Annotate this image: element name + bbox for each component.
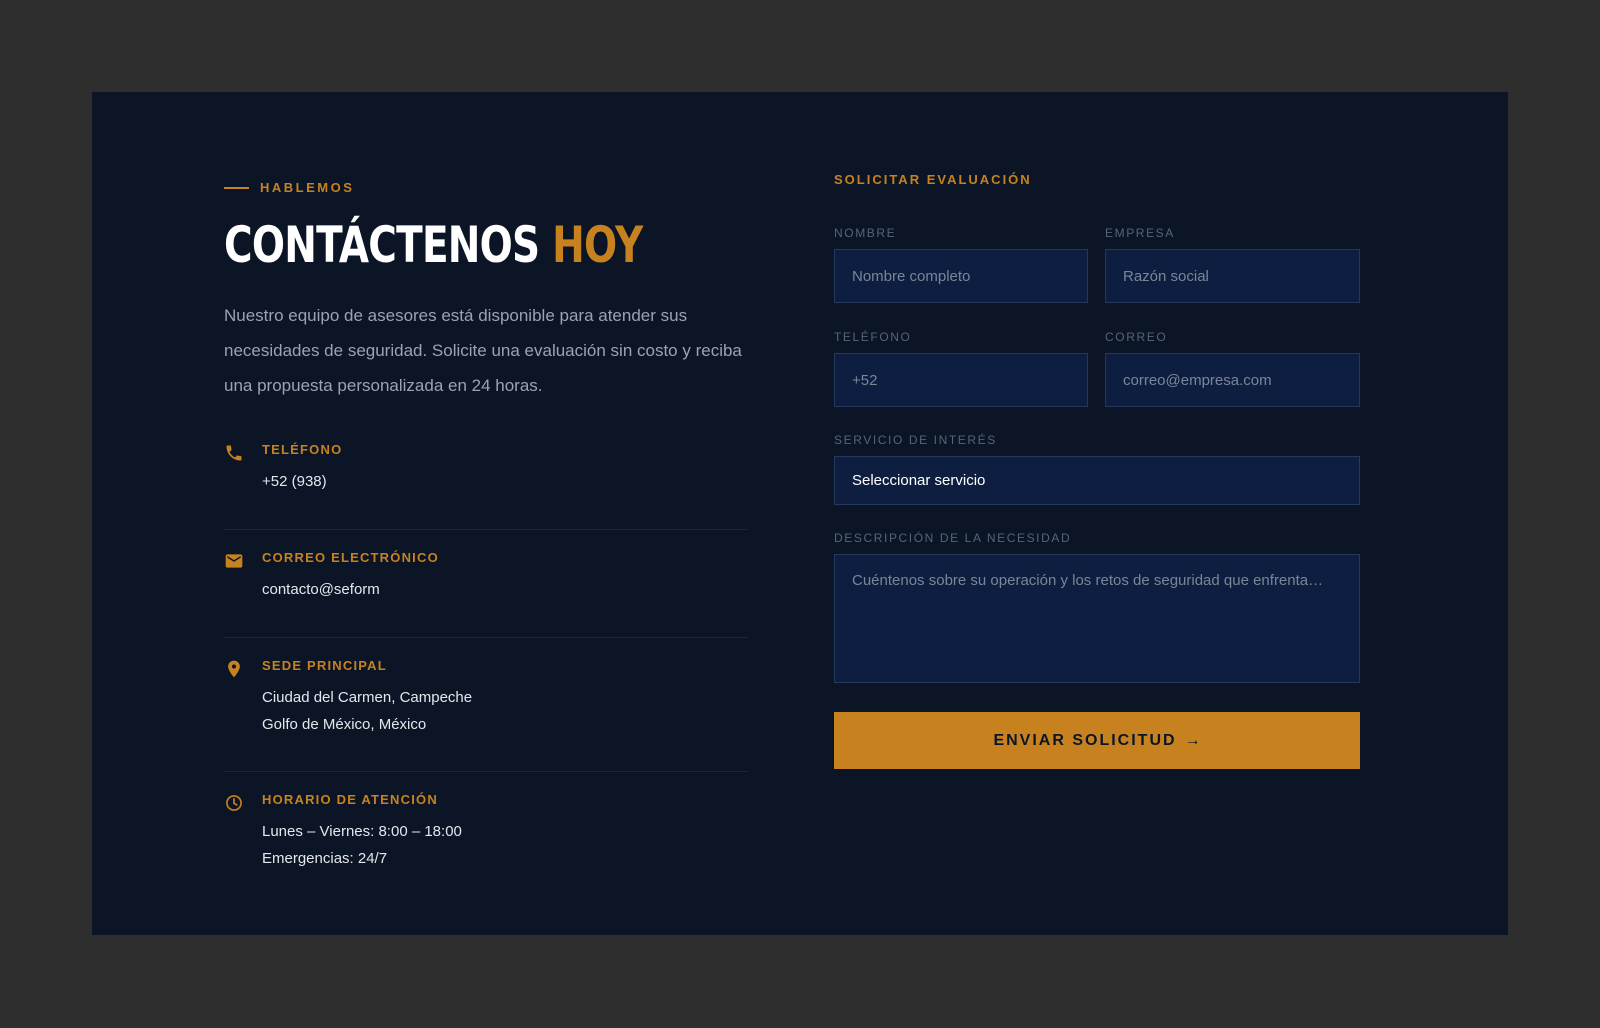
- nombre-input[interactable]: [834, 249, 1088, 303]
- contact-item-value: contacto@seform: [262, 576, 380, 603]
- correo-input[interactable]: [1105, 353, 1360, 407]
- divider: [224, 529, 748, 530]
- hours-line: Emergencias: 24/7: [262, 850, 388, 867]
- arrow-right-icon: →: [1184, 731, 1201, 749]
- address-line: Golfo de México, México: [262, 716, 427, 733]
- eyebrow-text: HABLEMOS: [260, 180, 355, 195]
- descripcion-textarea[interactable]: [834, 554, 1360, 683]
- title-accent: HOY: [552, 216, 643, 274]
- clock-icon: [226, 795, 242, 811]
- phone-icon: [226, 445, 242, 461]
- divider: [224, 771, 748, 772]
- empresa-input[interactable]: [1105, 249, 1360, 303]
- contact-item-label: SEDE PRINCIPAL: [262, 658, 387, 673]
- address-line: Ciudad del Carmen, Campeche: [262, 689, 473, 706]
- servicio-selected-value: Seleccionar servicio: [852, 472, 986, 489]
- title-main: CONTÁCTENOS: [224, 216, 540, 274]
- mail-icon: [225, 554, 243, 568]
- contact-item-value: +52 (938): [262, 468, 327, 495]
- contact-item-label: TELÉFONO: [262, 442, 343, 457]
- contact-item-value: Ciudad del Carmen, Campeche Golfo de Méx…: [262, 684, 472, 738]
- submit-label: ENVIAR SOLICITUD: [993, 731, 1177, 749]
- submit-button[interactable]: ENVIAR SOLICITUD →: [834, 712, 1360, 769]
- location-pin-icon: [228, 660, 240, 678]
- empresa-label: EMPRESA: [1105, 226, 1175, 240]
- servicio-select[interactable]: Seleccionar servicio: [834, 456, 1360, 505]
- phone-number: +52 (938): [262, 473, 327, 490]
- nombre-label: NOMBRE: [834, 226, 897, 240]
- eyebrow-line: [224, 186, 249, 189]
- descripcion-label: DESCRIPCIÓN DE LA NECESIDAD: [834, 531, 1072, 545]
- telefono-input[interactable]: [834, 353, 1088, 407]
- email-address: contacto@seform: [262, 581, 380, 598]
- servicio-label: SERVICIO DE INTERÉS: [834, 433, 997, 447]
- form-title: SOLICITAR EVALUACIÓN: [834, 172, 1032, 187]
- contact-section: HABLEMOS CONTÁCTENOS HOY Nuestro equipo …: [92, 92, 1508, 935]
- telefono-label: TELÉFONO: [834, 330, 912, 344]
- contact-item-label: HORARIO DE ATENCIÓN: [262, 792, 438, 807]
- eyebrow: HABLEMOS: [224, 180, 354, 195]
- divider: [224, 637, 748, 638]
- contact-item-label: CORREO ELECTRÓNICO: [262, 550, 439, 565]
- intro-text: Nuestro equipo de asesores está disponib…: [224, 306, 742, 395]
- hours-line: Lunes – Viernes: 8:00 – 18:00: [262, 823, 462, 840]
- page-title: CONTÁCTENOS HOY: [224, 210, 643, 280]
- contact-item-value: Lunes – Viernes: 8:00 – 18:00 Emergencia…: [262, 818, 462, 872]
- correo-label: CORREO: [1105, 330, 1168, 344]
